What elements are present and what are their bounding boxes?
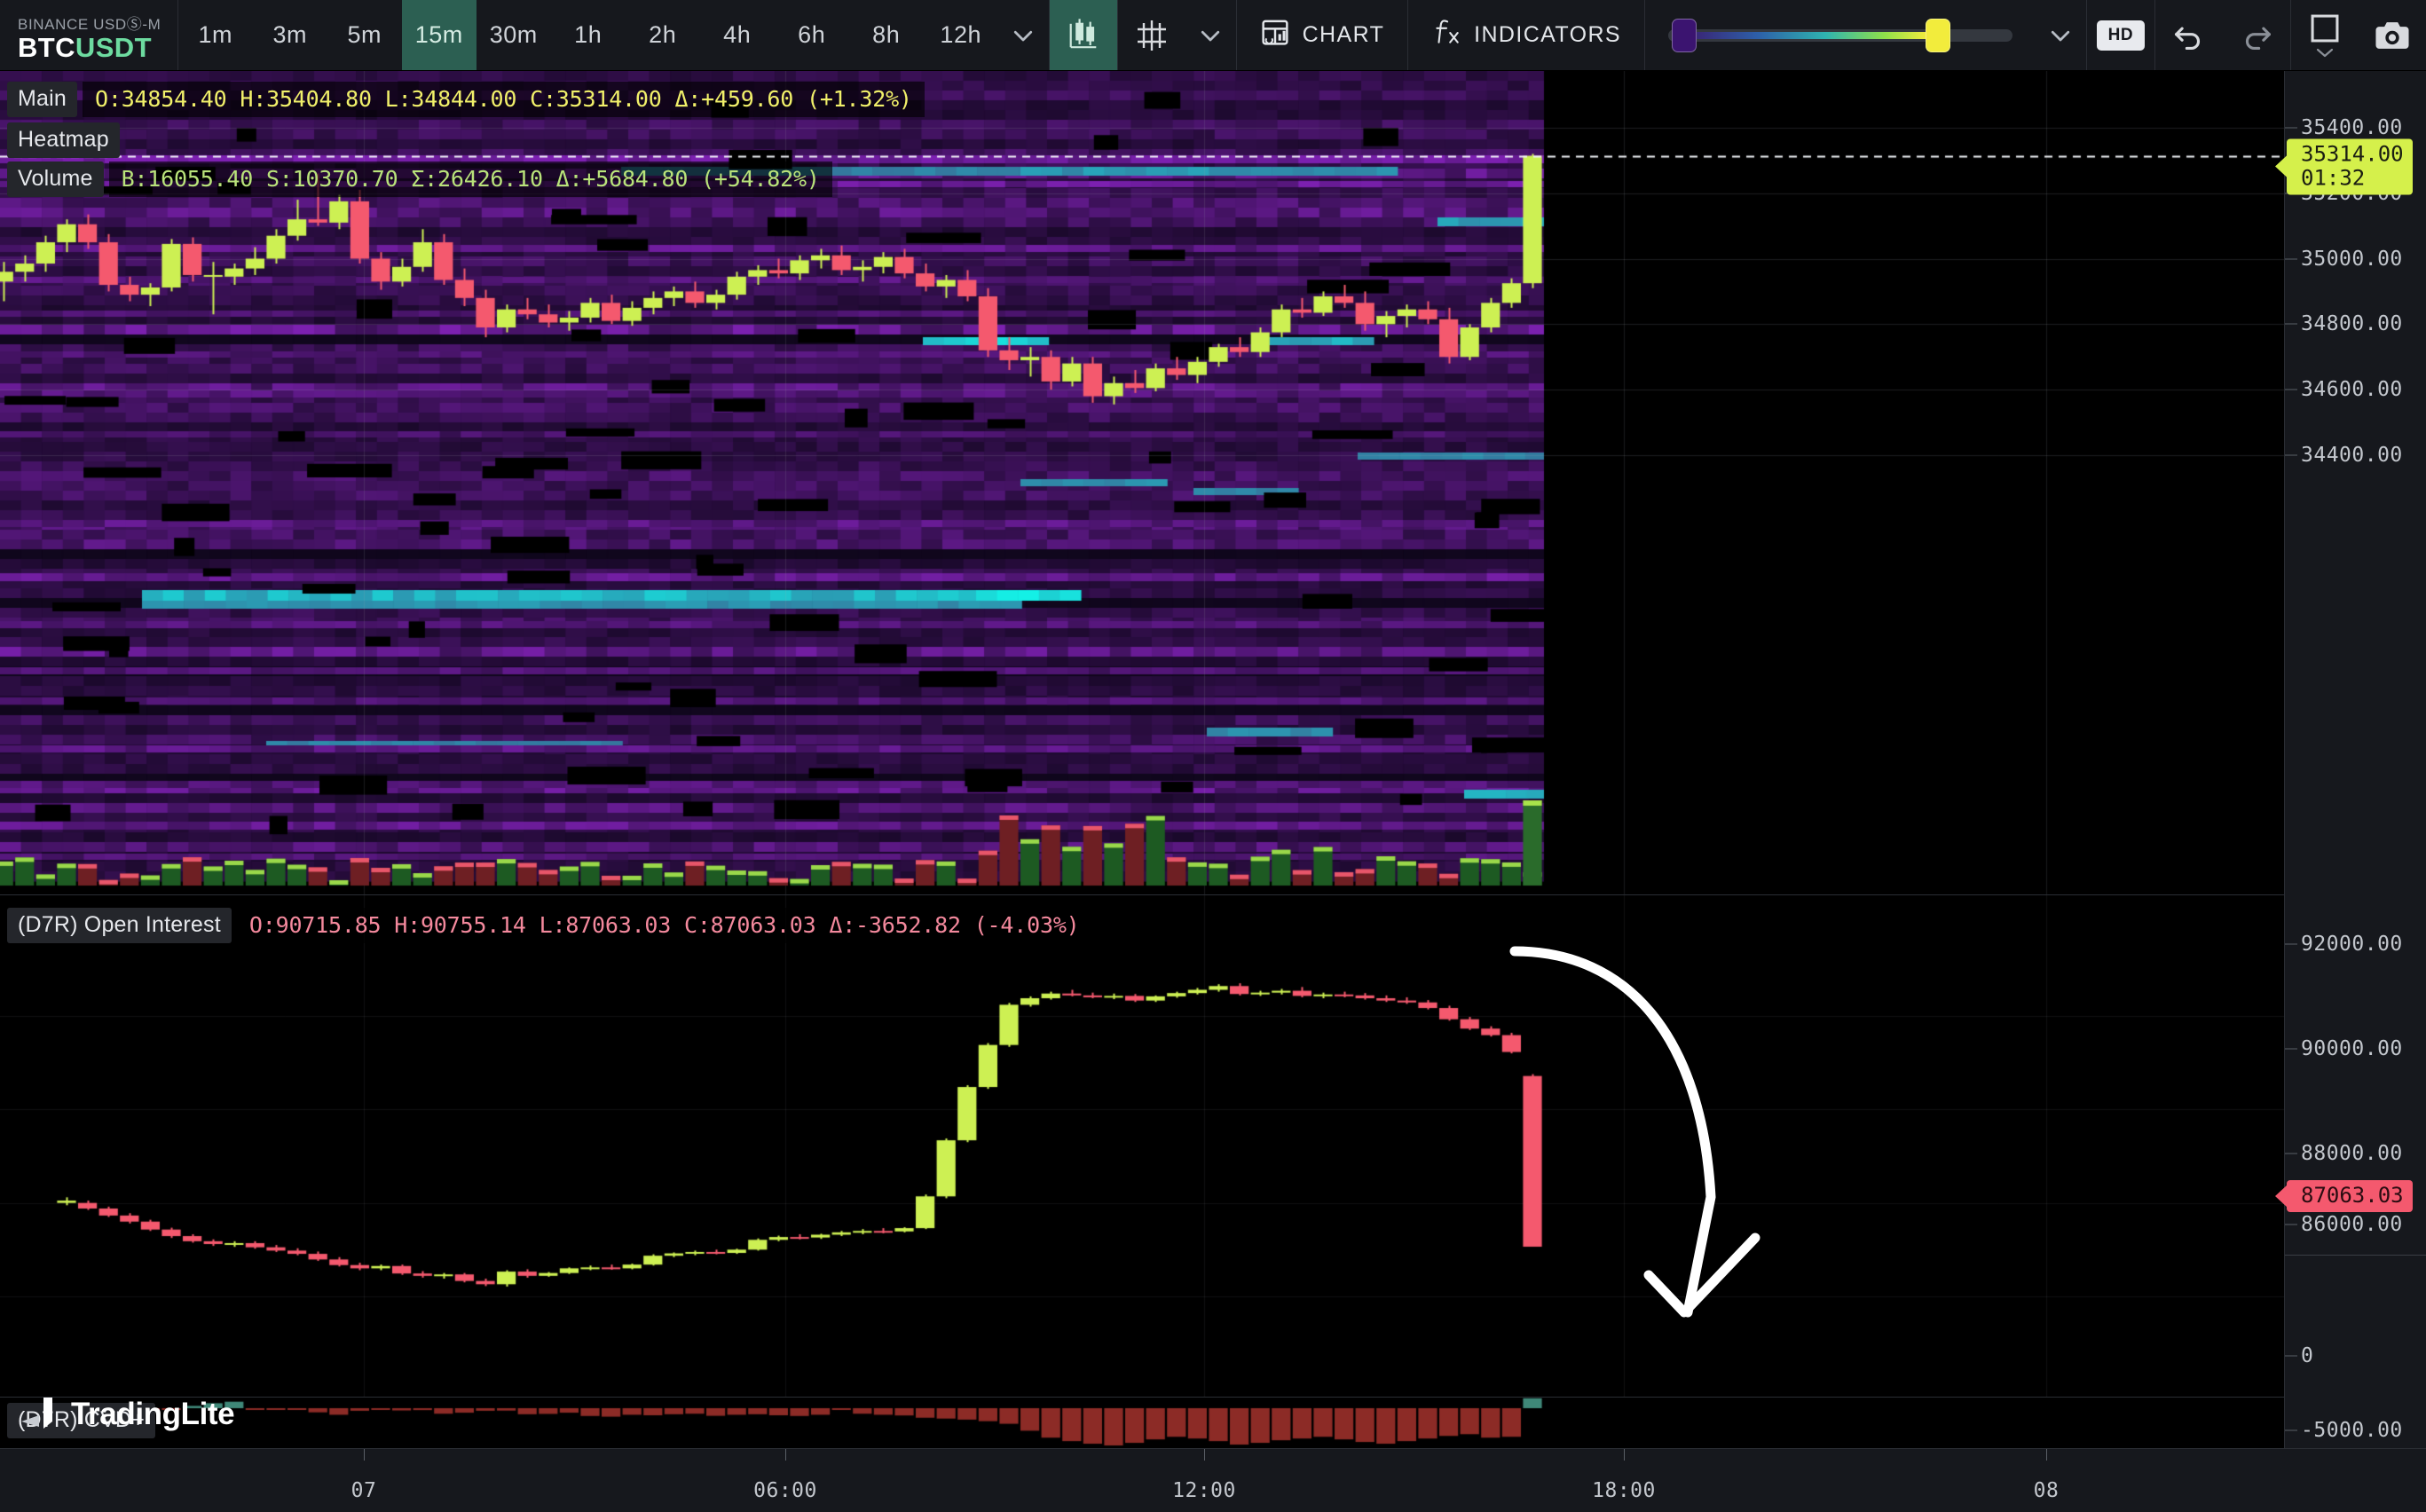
indicators-button[interactable]: INDICATORS — [1408, 0, 1644, 70]
price-tick-label: 35000.00 — [2301, 247, 2403, 271]
tradinglite-logo-icon — [21, 1398, 52, 1429]
volume-legend-values: B:16055.40 S:10370.70 Σ:26426.10 Δ:+5684… — [108, 161, 832, 197]
timeframe-12h[interactable]: 12h — [924, 0, 998, 70]
chart-button[interactable]: CHART — [1237, 0, 1408, 70]
time-tick-mark — [2046, 1449, 2047, 1461]
oi-tick-label: 92000.00 — [2301, 933, 2403, 956]
gradient-track[interactable] — [1667, 18, 2012, 52]
bar-countdown: 01:32 — [2301, 165, 2366, 191]
timeframe-3m[interactable]: 3m — [253, 0, 327, 70]
current-price-badge[interactable]: 35314.00 01:32 — [2287, 138, 2413, 195]
time-tick-label: 18:00 — [1592, 1479, 1656, 1502]
square-layout-icon — [2311, 14, 2339, 42]
timeframe-4h[interactable]: 4h — [700, 0, 775, 70]
open-interest-current-value: 87063.03 — [2301, 1183, 2404, 1208]
time-tick-mark — [364, 1449, 365, 1461]
price-tick-label: 34400.00 — [2301, 444, 2403, 467]
symbol-quote: USDT — [75, 32, 152, 63]
symbol-base: BTC — [18, 32, 75, 63]
time-tick-mark — [1204, 1449, 1205, 1461]
timeframe-15m[interactable]: 15m — [401, 0, 477, 70]
price-tick-mark — [2285, 323, 2297, 325]
time-tick-label: 12:00 — [1172, 1479, 1236, 1502]
open-interest-pane[interactable]: (D7R) Open Interest O:90715.85 H:90755.1… — [0, 894, 2284, 1397]
time-tick-mark — [1624, 1449, 1625, 1461]
timeframe-1m[interactable]: 1m — [178, 0, 253, 70]
open-interest-legend: (D7R) Open Interest O:90715.85 H:90755.1… — [7, 908, 1092, 943]
undo-icon[interactable] — [2155, 0, 2223, 70]
page-title: BTCUSDT — [18, 33, 177, 63]
cvd-canvas — [0, 1398, 2284, 1448]
indicators-button-label: INDICATORS — [1474, 22, 1621, 47]
current-price-value: 35314.00 — [2301, 141, 2404, 167]
gradient-more-chevron-down-icon[interactable] — [2036, 0, 2086, 70]
cvd-tick-label: 0 — [2301, 1344, 2314, 1367]
crosshair-more-chevron-down-icon[interactable] — [1185, 0, 1236, 70]
candlestick-chart-icon[interactable] — [1049, 0, 1117, 70]
timeframe-8h[interactable]: 8h — [849, 0, 924, 70]
crosshair-icon[interactable] — [1118, 0, 1185, 70]
open-interest-legend-tag[interactable]: (D7R) Open Interest — [7, 908, 232, 943]
top-toolbar: BINANCE USDⓈ-M BTCUSDT 1m 3m 5m 15m 30m 1h 2h 4… — [0, 0, 2426, 71]
hd-quality-button[interactable]: HD — [2087, 0, 2154, 70]
axis-divider — [2285, 1255, 2426, 1256]
price-tick-label: 34800.00 — [2301, 312, 2403, 336]
price-axis[interactable]: 35600.0035400.0035200.0035000.0034800.00… — [2284, 51, 2426, 1448]
volume-legend: Volume B:16055.40 S:10370.70 Σ:26426.10 … — [7, 161, 832, 197]
chart-layout-icon — [1260, 17, 1290, 53]
open-interest-value-badge[interactable]: 87063.03 — [2287, 1180, 2413, 1212]
gradient-fill — [1683, 31, 1928, 39]
oi-tick-mark — [2285, 943, 2297, 945]
cvd-tick-mark — [2285, 1429, 2297, 1431]
time-tick-mark — [785, 1449, 786, 1461]
timeframe-1h[interactable]: 1h — [551, 0, 626, 70]
price-tick-mark — [2285, 258, 2297, 259]
gradient-high-handle[interactable] — [1925, 18, 1950, 52]
layout-more-chevron-down-icon[interactable] — [2314, 45, 2335, 59]
oi-tick-label: 90000.00 — [2301, 1037, 2403, 1060]
price-pane[interactable]: Main O:34854.40 H:35404.80 L:34844.00 C:… — [0, 71, 2284, 894]
exchange-label: BINANCE USDⓈ-M — [18, 16, 161, 33]
cvd-tick-label: -5000.00 — [2301, 1419, 2403, 1442]
heatmap-legend: Heatmap — [7, 122, 120, 158]
main-legend: Main O:34854.40 H:35404.80 L:34844.00 C:… — [7, 82, 925, 117]
timeframe-more-chevron-down-icon[interactable] — [998, 0, 1049, 70]
timeframe-list: 1m 3m 5m 15m 30m 1h 2h 4h 6h 8h 12h — [178, 0, 998, 70]
layout-button[interactable] — [2291, 0, 2359, 70]
timeframe-2h[interactable]: 2h — [626, 0, 700, 70]
tradinglite-logo-text: TradingLite — [71, 1397, 235, 1431]
chart-button-label: CHART — [1302, 22, 1385, 47]
drawn-arrow-annotation[interactable] — [0, 895, 2284, 1397]
heatmap-legend-tag[interactable]: Heatmap — [7, 122, 120, 158]
price-tick-label: 34600.00 — [2301, 378, 2403, 402]
symbol-selector[interactable]: BINANCE USDⓈ-M BTCUSDT — [0, 0, 177, 70]
open-interest-legend-values: O:90715.85 H:90755.14 L:87063.03 C:87063… — [236, 908, 1092, 943]
price-tick-mark — [2285, 454, 2297, 456]
time-tick-label: 08 — [2033, 1479, 2060, 1502]
oi-tick-label: 88000.00 — [2301, 1142, 2403, 1165]
cvd-pane[interactable]: (D7R) CVD+ — [0, 1397, 2284, 1448]
gradient-low-handle[interactable] — [1671, 18, 1697, 52]
redo-icon[interactable] — [2223, 0, 2290, 70]
tradinglite-logo: TradingLite — [20, 1395, 235, 1434]
timeframe-30m[interactable]: 30m — [477, 0, 551, 70]
hd-badge-label: HD — [2096, 20, 2145, 51]
price-tick-label: 35400.00 — [2301, 115, 2403, 139]
volume-legend-tag[interactable]: Volume — [7, 161, 104, 197]
fx-icon — [1431, 16, 1461, 54]
timeframe-5m[interactable]: 5m — [327, 0, 402, 70]
time-tick-label: 07 — [351, 1479, 377, 1502]
time-tick-label: 06:00 — [753, 1479, 817, 1502]
oi-tick-mark — [2285, 1048, 2297, 1050]
cvd-tick-mark — [2285, 1355, 2297, 1357]
main-legend-tag[interactable]: Main — [7, 82, 77, 117]
main-legend-values: O:34854.40 H:35404.80 L:34844.00 C:35314… — [83, 82, 925, 117]
price-tick-mark — [2285, 127, 2297, 129]
time-axis[interactable]: 07 06:00 12:00 18:00 08 — [0, 1448, 2426, 1512]
camera-icon[interactable] — [2359, 0, 2426, 70]
timeframe-6h[interactable]: 6h — [775, 0, 849, 70]
heatmap-gradient-slider[interactable] — [1645, 0, 2036, 70]
chart-region[interactable]: Main O:34854.40 H:35404.80 L:34844.00 C:… — [0, 71, 2284, 1448]
oi-tick-label: 86000.00 — [2301, 1213, 2403, 1236]
